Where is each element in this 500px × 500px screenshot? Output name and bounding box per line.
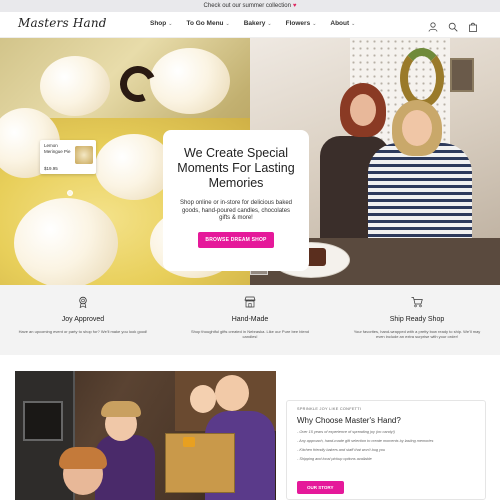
product-name: Lemon Meringue Pie [44,143,71,154]
chevron-down-icon: ⌄ [168,20,173,27]
site-logo[interactable]: Masters Hand [18,16,107,30]
hero-title: We Create Special Moments For Lasting Me… [177,146,295,190]
story-title: Why Choose Master's Hand? [297,416,401,425]
heart-icon: ♥ [292,3,297,9]
wall-frame [450,58,474,92]
search-icon[interactable] [448,19,458,37]
mug [183,437,195,447]
story-bullet: - Over 15 years of experience of spreadi… [297,430,395,434]
flower-wreath [400,48,444,108]
our-story-button[interactable]: OUR STORY [297,481,344,494]
story-bullet: - Kitchen friendly bakers and staff that… [297,448,386,452]
site-header: Masters Hand Shop ⌄ To Go Menu ⌄ Bakery ⌄ F… [0,12,500,38]
cart-icon[interactable] [468,19,478,37]
feature-joy-approved: Joy Approved Have an upcoming event or p… [0,295,166,334]
gift-box [165,433,235,493]
feature-title: Hand-Made [231,316,269,323]
chevron-down-icon: ⌄ [312,20,317,27]
story-section: SPRINKLE JOY LIKE CONFETTI Why Choose Ma… [0,355,500,500]
feature-title: Ship Ready Shop [389,316,445,323]
hero-subtitle: Shop online or in-store for delicious ba… [179,200,293,221]
feature-desc: Shop thoughtful gifts created in Nebrask… [190,329,310,339]
hero-card: We Create Special Moments For Lasting Me… [163,130,309,271]
child-face [190,385,216,413]
feature-desc: Your favorites, hand-wrapped with a pret… [353,329,481,339]
product-price: $19.95 [44,166,58,171]
meringue-dollop [150,48,230,114]
story-bullet: - Shipping and local pickup options avai… [297,457,372,461]
oven-window [23,401,63,441]
chevron-down-icon: ⌄ [267,20,272,27]
shop-icon [244,295,256,312]
nav-item-shop[interactable]: Shop ⌄ [150,20,172,27]
hotspot-dot[interactable] [67,190,73,196]
chevron-down-icon: ⌄ [225,20,230,27]
nav-item-to-go-menu[interactable]: To Go Menu ⌄ [186,20,229,27]
story-eyebrow: SPRINKLE JOY LIKE CONFETTI [297,407,362,411]
browse-shop-button[interactable]: BROWSE DREAM SHOP [198,231,274,248]
adult-face [215,375,249,411]
feature-hand-made: Hand-Made Shop thoughtful gifts created … [167,295,333,339]
product-hotspot-card[interactable]: Lemon Meringue Pie $19.95 [40,140,96,174]
person-right-face [402,110,432,146]
story-bullet: - Any approach, hand-made gift selection… [297,439,434,443]
award-icon [77,295,89,312]
cart-icon [411,295,423,312]
announcement-text: Check out our summer collection [203,3,291,9]
cake-slice [306,248,326,266]
child-hair [101,401,141,417]
account-icon[interactable] [428,19,438,37]
meringue-dollop [14,198,118,285]
family-photo [15,371,276,500]
main-nav: Shop ⌄ To Go Menu ⌄ Bakery ⌄ Flowers ⌄ About… [150,20,355,27]
story-bullets: - Over 15 years of experience of spreadi… [297,430,475,461]
nav-item-flowers[interactable]: Flowers ⌄ [286,20,317,27]
child-hair [59,447,107,469]
chevron-down-icon: ⌄ [351,20,356,27]
meringue-dollop [95,134,173,200]
meringue-dollop [40,56,110,116]
person-left-face [350,94,376,126]
product-thumbnail [75,146,93,164]
nav-item-about[interactable]: About ⌄ [330,20,355,27]
story-card: SPRINKLE JOY LIKE CONFETTI Why Choose Ma… [286,400,486,500]
announcement-bar[interactable]: Check out our summer collection ♥ [0,0,500,12]
feature-desc: Have an upcoming event or party to shop … [18,329,148,334]
features-strip: Joy Approved Have an upcoming event or p… [0,285,500,355]
hero-section: Lemon Meringue Pie $19.95 We Create Spec… [0,38,500,285]
feature-ship-ready: Ship Ready Shop Your favorites, hand-wra… [334,295,500,339]
header-icons [428,19,478,37]
feature-title: Joy Approved [61,316,105,323]
nav-item-bakery[interactable]: Bakery ⌄ [244,20,272,27]
